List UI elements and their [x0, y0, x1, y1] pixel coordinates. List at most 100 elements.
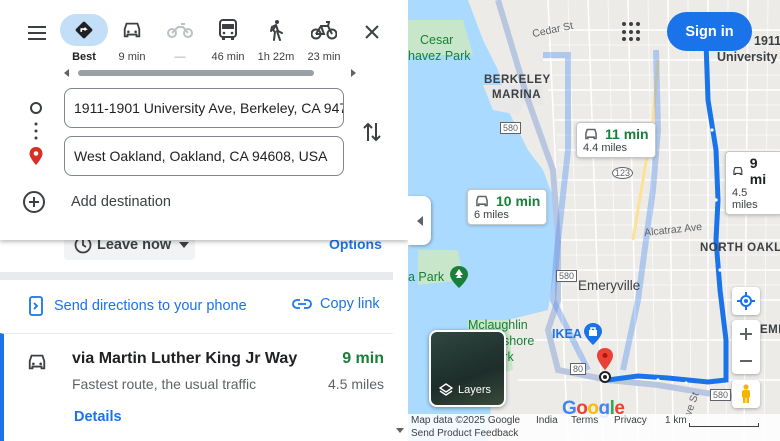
map-label-origin-address: 1911-19	[754, 34, 780, 48]
copy-link-button[interactable]: Copy link	[292, 296, 380, 312]
scroll-right-icon[interactable]	[348, 68, 358, 78]
zoom-in-button[interactable]	[740, 320, 752, 347]
bubble-time: 11 min	[605, 126, 649, 142]
car-icon	[585, 128, 597, 140]
mode-label: 9 min	[118, 51, 146, 63]
route-bubble-alt2[interactable]: 10 min 6 miles	[467, 189, 548, 225]
route-details-button[interactable]: Details	[74, 409, 122, 425]
layers-button[interactable]: Layers	[429, 330, 506, 407]
close-directions-button[interactable]	[358, 18, 386, 46]
map-label-marina: MARINA	[492, 89, 541, 101]
route-bubble-alt1[interactable]: 11 min 4.4 miles	[576, 122, 656, 158]
dropdown-arrow-icon	[179, 241, 190, 248]
mode-motorcycle[interactable]: —	[156, 14, 204, 64]
destination-input[interactable]: West Oakland, Oakland, CA 94608, USA	[64, 136, 344, 176]
bubble-time: 10 min	[496, 193, 541, 209]
route-option[interactable]: via Martin Luther King Jr Way 9 min Fast…	[0, 333, 393, 441]
layers-label: Layers	[458, 384, 492, 396]
menu-icon	[28, 26, 46, 40]
origin-circle-icon	[26, 101, 46, 115]
destination-pin-icon	[597, 348, 613, 383]
sign-in-button[interactable]: Sign in	[667, 12, 752, 51]
map-footer: Map data ©2025 Google India Terms Privac…	[408, 414, 780, 441]
mode-label: 23 min	[307, 51, 341, 63]
route-dots-icon	[26, 122, 46, 140]
mode-drive[interactable]: 9 min	[108, 14, 156, 64]
swap-button[interactable]	[358, 118, 386, 146]
bubble-time: 9 mi	[749, 155, 767, 187]
menu-button[interactable]	[22, 18, 52, 48]
modes-scrollbar[interactable]	[62, 67, 358, 79]
mode-walk[interactable]: 1h 22m	[252, 14, 300, 64]
map-data-attribution: Map data ©2025 Google	[411, 415, 521, 426]
route-bubble-main[interactable]: 9 mi 4.5 miles	[725, 151, 780, 215]
copy-link-label: Copy link	[320, 296, 380, 312]
origin-value: 1911-1901 University Ave, Berkeley, CA 9…	[74, 100, 344, 116]
my-location-button[interactable]	[732, 287, 760, 315]
pegman-icon	[742, 384, 750, 403]
destination-value: West Oakland, Oakland, CA 94608, USA	[74, 148, 328, 164]
mode-transit[interactable]: 46 min	[204, 14, 252, 64]
zoom-controls	[732, 320, 760, 374]
map-label-emeryville: Emeryville	[578, 278, 641, 293]
route-description: Fastest route, the usual traffic	[72, 376, 257, 392]
scale-bar	[689, 423, 759, 427]
origin-input[interactable]: 1911-1901 University Ave, Berkeley, CA 9…	[64, 88, 344, 128]
scroll-left-icon[interactable]	[62, 68, 72, 78]
india-link[interactable]: India	[536, 415, 558, 426]
chevron-left-icon	[416, 215, 423, 226]
google-apps-button[interactable]	[622, 22, 642, 42]
mode-best[interactable]: Best	[60, 14, 108, 64]
map-label-cesar: Cesar	[420, 33, 454, 47]
add-destination-button[interactable]: Add destination	[22, 190, 171, 214]
bubble-distance: 6 miles	[474, 209, 509, 221]
terms-link[interactable]: Terms	[571, 415, 598, 426]
zoom-out-button[interactable]	[740, 347, 752, 374]
car-icon	[733, 166, 743, 176]
send-to-phone-icon	[29, 296, 43, 316]
motorcycle-icon	[167, 23, 193, 38]
close-icon	[365, 25, 379, 39]
scrollbar-thumb[interactable]	[78, 70, 314, 76]
layers-icon	[439, 383, 453, 396]
park-pin-icon	[450, 266, 468, 288]
map-label-university: University	[717, 50, 778, 64]
add-destination-label: Add destination	[71, 194, 171, 210]
mode-label: 46 min	[211, 51, 245, 63]
scroll-down-icon[interactable]	[396, 428, 404, 433]
send-feedback-link[interactable]: Send Product Feedback	[411, 428, 518, 439]
map-label-north-oakland: NORTH OAKLAND	[700, 242, 780, 254]
route-distance: 4.5 miles	[327, 376, 384, 392]
swap-icon	[363, 122, 381, 142]
send-to-phone-link[interactable]: Send directions to your phone	[28, 296, 247, 316]
travel-mode-tabs: Best 9 min — 46 min 1h 22m 23 min	[60, 14, 348, 64]
directions-header: Best 9 min — 46 min 1h 22m 23 min 1911-1…	[0, 0, 408, 240]
map-label-ikea: IKEA	[552, 327, 582, 341]
map-label-chavez-park: havez Park	[408, 49, 471, 63]
mode-label: Best	[72, 51, 96, 63]
mode-bike[interactable]: 23 min	[300, 14, 348, 64]
destination-pin-icon	[26, 147, 46, 165]
car-icon	[476, 195, 488, 207]
walk-icon	[270, 20, 283, 41]
privacy-link[interactable]: Privacy	[614, 415, 647, 426]
directions-panel: Best 9 min — 46 min 1h 22m 23 min 1911-1…	[0, 0, 408, 441]
pegman-button[interactable]	[732, 380, 760, 408]
section-divider	[0, 272, 393, 280]
my-location-icon	[737, 292, 755, 310]
collapse-panel-button[interactable]	[408, 196, 431, 245]
map-canvas[interactable]: Cedar St 1911-19 University Cesar havez …	[408, 0, 780, 441]
bike-icon	[311, 21, 337, 40]
mode-label: —	[174, 51, 186, 63]
plus-icon	[740, 327, 752, 340]
freeway-shield: 580	[556, 270, 578, 282]
directions-diamond-icon	[75, 21, 93, 39]
bus-icon	[219, 19, 237, 40]
car-icon	[28, 354, 46, 370]
bubble-distance: 4.4 miles	[583, 142, 628, 154]
freeway-shield: 580	[710, 389, 732, 401]
highway-shield: 123	[612, 167, 634, 179]
freeway-shield: 80	[570, 363, 587, 375]
scale-label[interactable]: 1 km	[665, 415, 687, 426]
link-icon	[292, 299, 312, 309]
